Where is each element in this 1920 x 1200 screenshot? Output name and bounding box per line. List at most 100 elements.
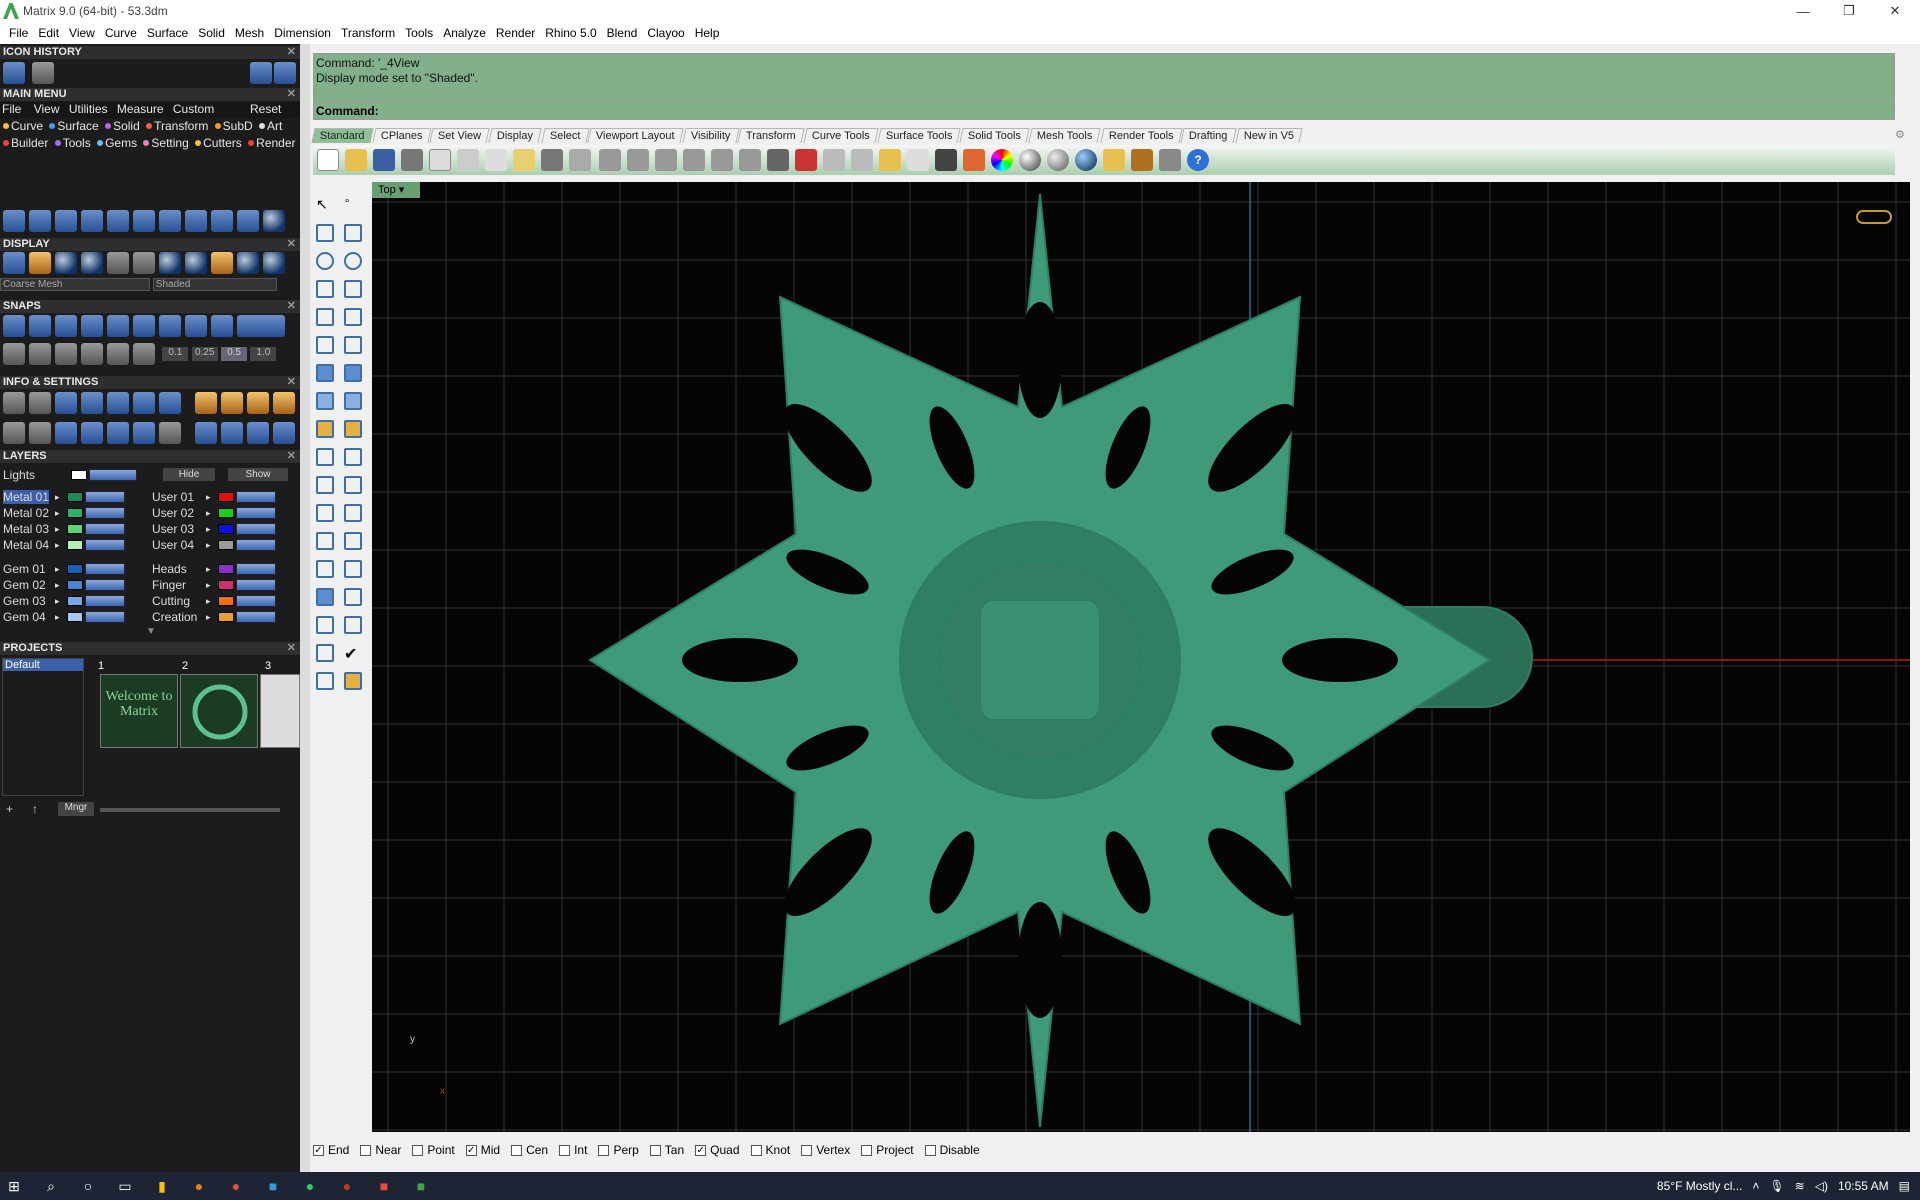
- gem-tool-icon[interactable]: [237, 210, 259, 232]
- layer-row[interactable]: User 03 ▸: [152, 522, 296, 536]
- polyline-icon[interactable]: [316, 224, 334, 242]
- lock-icon[interactable]: [935, 149, 957, 171]
- zoom-search-icon[interactable]: [29, 392, 51, 414]
- circle-icon[interactable]: [316, 252, 334, 270]
- lights-color[interactable]: [71, 470, 87, 480]
- point-icon[interactable]: ∘: [344, 196, 362, 214]
- volume-icon[interactable]: ◁): [1815, 1179, 1828, 1193]
- layer-toggle-buttons[interactable]: [85, 563, 125, 575]
- layer-toggle-buttons[interactable]: [85, 507, 125, 519]
- polyline-tool-icon[interactable]: [55, 210, 77, 232]
- fan-tool-icon[interactable]: [159, 210, 181, 232]
- print-icon[interactable]: [401, 149, 423, 171]
- menu-clayoo[interactable]: Clayoo: [642, 26, 689, 40]
- office-icon[interactable]: ■: [370, 1172, 398, 1200]
- layer-color-swatch[interactable]: [218, 596, 234, 606]
- tab-visibility[interactable]: Visibility: [682, 127, 739, 143]
- viewport-title-tab[interactable]: Top ▾: [372, 182, 420, 198]
- light-bulb-icon[interactable]: [907, 149, 929, 171]
- file-explorer-icon[interactable]: ▮: [148, 1172, 176, 1200]
- snap-ortho-icon[interactable]: [237, 315, 285, 337]
- object-snap-icon[interactable]: [851, 149, 873, 171]
- notifications-icon[interactable]: ▤: [1899, 1179, 1910, 1193]
- group-icon[interactable]: [344, 560, 362, 578]
- menu-view[interactable]: View: [64, 26, 100, 40]
- menu-curve[interactable]: Curve: [100, 26, 142, 40]
- mic-icon[interactable]: 🎙: [1769, 1179, 1784, 1193]
- surface-corner-icon[interactable]: [316, 336, 334, 354]
- osnap-option[interactable]: ✓ Quad: [695, 1143, 740, 1157]
- osnap-icon[interactable]: [81, 343, 103, 365]
- render-sphere-icon[interactable]: [1047, 149, 1069, 171]
- menu-blend[interactable]: Blend: [602, 26, 643, 40]
- mesh-quality-select[interactable]: Coarse Mesh: [0, 278, 150, 291]
- text-icon[interactable]: [316, 532, 334, 550]
- color-wheel-icon[interactable]: [991, 149, 1013, 171]
- box-icon[interactable]: [316, 364, 334, 382]
- tab-mesh-tools[interactable]: Mesh Tools: [1028, 127, 1102, 143]
- volume-icon[interactable]: [55, 392, 77, 414]
- lights-toggles[interactable]: [89, 469, 137, 481]
- history-record-icon[interactable]: [195, 392, 217, 414]
- tray-chevron-icon[interactable]: ˄: [1752, 1179, 1759, 1193]
- history-purge-icon[interactable]: [273, 392, 295, 414]
- solid-tools-icon[interactable]: [316, 588, 334, 606]
- pen-icon[interactable]: [55, 343, 77, 365]
- layer-color-swatch[interactable]: [218, 508, 234, 518]
- layer-icon[interactable]: [963, 149, 985, 171]
- layer-color-swatch[interactable]: [67, 508, 83, 518]
- mm-builder[interactable]: Builder: [11, 136, 48, 150]
- close-icon[interactable]: ✕: [287, 238, 296, 251]
- move-tool-icon[interactable]: [107, 210, 129, 232]
- pan-hand-icon[interactable]: [569, 149, 591, 171]
- select-points-icon[interactable]: [823, 149, 845, 171]
- layer-row[interactable]: Finger ▸: [152, 578, 296, 592]
- layer-name[interactable]: Gem 01: [3, 562, 46, 576]
- import-icon[interactable]: [429, 149, 451, 171]
- mm-reset[interactable]: Reset: [250, 102, 281, 116]
- four-view-icon[interactable]: [767, 149, 789, 171]
- osnap-checkbox[interactable]: [801, 1144, 813, 1156]
- cortana-icon[interactable]: ○: [74, 1172, 102, 1200]
- grid-snap-icon[interactable]: [3, 343, 25, 365]
- edit-icon[interactable]: [133, 392, 155, 414]
- osnap-checkbox[interactable]: [412, 1144, 424, 1156]
- layer-row[interactable]: Gem 01 ▸: [3, 562, 145, 576]
- layer-expand-icon[interactable]: ▸: [206, 538, 211, 552]
- snap-value-10[interactable]: 1.0: [250, 347, 277, 361]
- weather-text[interactable]: 85°F Mostly cl...: [1657, 1179, 1742, 1193]
- snap-mid-icon[interactable]: [185, 315, 207, 337]
- mm-surface[interactable]: Surface: [57, 119, 98, 133]
- display-mode-select[interactable]: Shaded: [152, 278, 277, 291]
- array-tool-icon[interactable]: [185, 210, 207, 232]
- navigation-gizmo-icon[interactable]: [1856, 210, 1892, 224]
- properties-icon[interactable]: [879, 149, 901, 171]
- layer-toggle-buttons[interactable]: [236, 523, 276, 535]
- layer-color-swatch[interactable]: [218, 612, 234, 622]
- layer-color-swatch[interactable]: [218, 524, 234, 534]
- layout-icon[interactable]: [133, 252, 155, 274]
- minimize-button[interactable]: —: [1780, 0, 1826, 22]
- snap-curve-icon[interactable]: [133, 315, 155, 337]
- photoshop-icon[interactable]: ■: [259, 1172, 287, 1200]
- render-tool-icon[interactable]: [316, 672, 334, 690]
- zoom-selected-icon[interactable]: [711, 149, 733, 171]
- layer-name[interactable]: User 01: [152, 490, 194, 504]
- layer-expand-icon[interactable]: ▸: [55, 578, 60, 592]
- snap-near-icon[interactable]: [29, 315, 51, 337]
- osnap-option[interactable]: ✓ End: [313, 1143, 349, 1157]
- layer-name[interactable]: Heads: [152, 562, 187, 576]
- boolean-icon[interactable]: [344, 364, 362, 382]
- layer-color-swatch[interactable]: [67, 612, 83, 622]
- layer-row[interactable]: Heads ▸: [152, 562, 296, 576]
- close-icon[interactable]: ✕: [287, 376, 296, 389]
- task-view-icon[interactable]: ▭: [111, 1172, 139, 1200]
- layer-toggle-buttons[interactable]: [85, 491, 125, 503]
- surface-edge-icon[interactable]: [344, 336, 362, 354]
- menu-rhino5[interactable]: Rhino 5.0: [540, 26, 601, 40]
- osnap-option[interactable]: Near: [360, 1143, 401, 1157]
- menu-transform[interactable]: Transform: [336, 26, 400, 40]
- layer-toggle-buttons[interactable]: [236, 611, 276, 623]
- glass-sphere-icon[interactable]: [237, 252, 259, 274]
- project-thumb-3[interactable]: [260, 674, 300, 748]
